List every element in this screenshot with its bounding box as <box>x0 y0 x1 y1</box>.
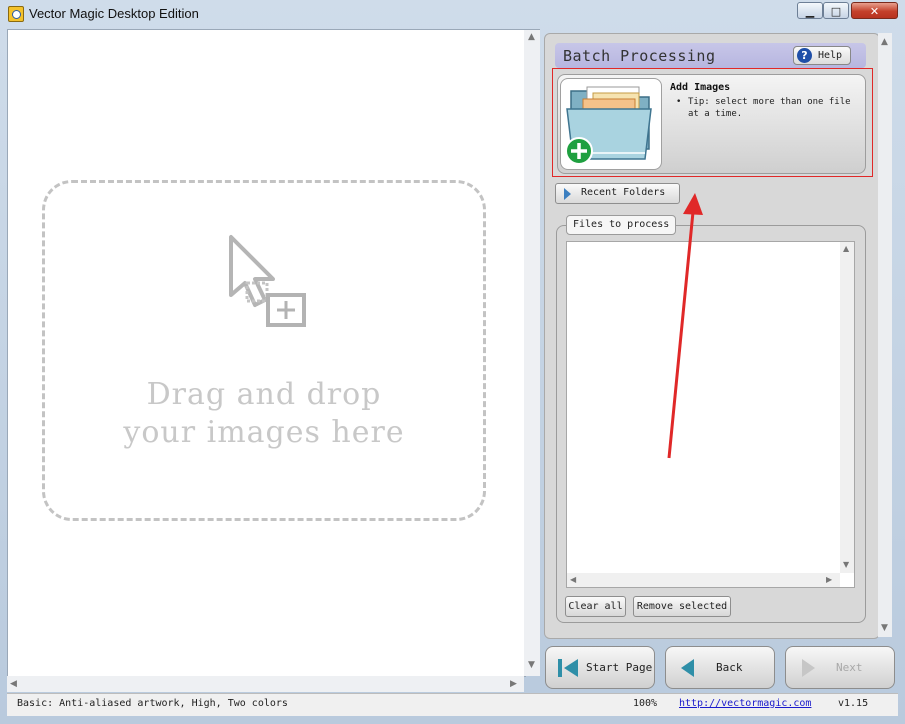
panel-scroll-down-icon[interactable]: ▼ <box>881 623 888 633</box>
status-settings: Basic: Anti-aliased artwork, High, Two c… <box>17 698 288 709</box>
help-label: Help <box>818 50 843 61</box>
maximize-button[interactable]: □ <box>823 2 849 19</box>
scroll-down-icon[interactable]: ▼ <box>528 660 535 670</box>
next-label: Next <box>836 661 863 674</box>
drop-zone[interactable]: Drag and drop your images here <box>42 180 486 521</box>
recent-folders-button[interactable]: Recent Folders <box>555 183 680 204</box>
files-list[interactable]: ▲ ▼ ◀ ▶ <box>566 241 855 588</box>
files-list-hscroll[interactable]: ◀ ▶ <box>567 573 840 587</box>
back-label: Back <box>716 661 743 674</box>
drop-text-line1: Drag and drop <box>146 377 382 412</box>
batch-header: Batch Processing ? Help <box>555 43 866 68</box>
app-window: Vector Magic Desktop Edition ▁ □ ✕ Drag … <box>0 0 905 724</box>
drop-text-line2: your images here <box>123 415 405 450</box>
list-scroll-up-icon[interactable]: ▲ <box>843 244 849 253</box>
drag-cursor-icon <box>229 235 306 327</box>
help-button[interactable]: ? Help <box>793 46 851 65</box>
clear-all-button[interactable]: Clear all <box>565 596 626 617</box>
remove-selected-button[interactable]: Remove selected <box>633 596 731 617</box>
canvas-horizontal-scrollbar[interactable]: ◀ ▶ <box>7 676 524 692</box>
website-link[interactable]: http://vectormagic.com <box>679 698 811 709</box>
status-zoom: 100% <box>633 698 658 709</box>
scroll-up-icon[interactable]: ▲ <box>528 32 535 42</box>
batch-title: Batch Processing <box>563 47 716 65</box>
recent-folders-label: Recent Folders <box>581 187 666 198</box>
list-scroll-right-icon[interactable]: ▶ <box>826 575 832 584</box>
panel-scroll-up-icon[interactable]: ▲ <box>881 37 888 47</box>
files-list-vscroll[interactable]: ▲ ▼ <box>840 242 854 573</box>
scroll-right-icon[interactable]: ▶ <box>510 679 517 689</box>
status-version: v1.15 <box>838 698 869 709</box>
back-button[interactable]: Back <box>665 646 775 689</box>
list-scroll-down-icon[interactable]: ▼ <box>843 560 849 569</box>
canvas-vertical-scrollbar[interactable]: ▲ ▼ <box>524 29 540 676</box>
app-logo-icon <box>8 6 24 22</box>
start-page-label: Start Page <box>586 661 653 674</box>
expand-triangle-icon <box>564 188 571 200</box>
image-canvas[interactable]: Drag and drop your images here <box>7 29 526 677</box>
highlight-outline <box>552 68 873 177</box>
list-scroll-left-icon[interactable]: ◀ <box>570 575 576 584</box>
next-arrow-icon <box>802 659 815 677</box>
title-bar[interactable]: Vector Magic Desktop Edition ▁ □ ✕ <box>0 0 905 28</box>
start-page-icon <box>558 659 578 677</box>
minimize-button[interactable]: ▁ <box>797 2 823 19</box>
status-bar: Basic: Anti-aliased artwork, High, Two c… <box>7 693 898 716</box>
window-title: Vector Magic Desktop Edition <box>29 6 199 21</box>
files-to-process-label: Files to process <box>566 215 677 235</box>
panel-scrollbar[interactable]: ▲ ▼ <box>878 33 892 637</box>
scroll-left-icon[interactable]: ◀ <box>10 679 17 689</box>
next-button[interactable]: Next <box>785 646 895 689</box>
back-arrow-icon <box>681 659 694 677</box>
help-icon: ? <box>797 48 812 63</box>
start-page-button[interactable]: Start Page <box>545 646 655 689</box>
close-button[interactable]: ✕ <box>851 2 898 19</box>
